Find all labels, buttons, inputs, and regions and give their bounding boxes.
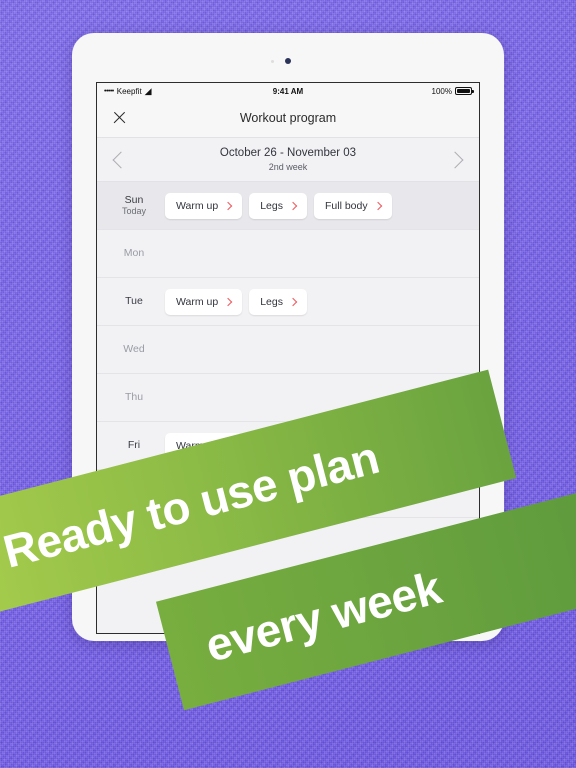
- workout-chip-label: Full body: [324, 199, 368, 212]
- workout-chip[interactable]: Warm up: [165, 288, 243, 315]
- status-bar: ••••• Keepfit ◢ 9:41 AM 100%: [97, 83, 479, 99]
- day-name: Tue: [125, 295, 143, 308]
- week-label-group: October 26 - November 03 2nd week: [127, 146, 449, 173]
- battery-percent-label: 100%: [431, 86, 452, 96]
- week-selector: October 26 - November 03 2nd week: [97, 138, 479, 182]
- week-date-range: October 26 - November 03: [219, 147, 357, 160]
- day-label: Wed: [113, 343, 155, 356]
- chevron-right-icon: [288, 201, 298, 210]
- nav-bar: Workout program: [97, 99, 479, 138]
- table-row[interactable]: Tue Warm up Legs: [97, 278, 479, 326]
- status-bar-right: 100%: [431, 86, 474, 96]
- workout-chip-label: Warm up: [176, 295, 219, 308]
- table-row[interactable]: Sun Today Warm up Legs Full body: [97, 182, 479, 230]
- day-sublabel: Today: [121, 206, 147, 217]
- front-camera: [285, 58, 291, 64]
- status-bar-clock: 9:41 AM: [272, 86, 304, 96]
- chevron-right-icon: [373, 201, 382, 210]
- table-row[interactable]: Mon: [97, 230, 479, 278]
- carrier-label: Keepfit: [116, 86, 142, 96]
- workout-chip-label: Warm up: [176, 199, 219, 212]
- wifi-icon: ◢: [144, 85, 152, 96]
- signal-strength-icon: •••••: [104, 87, 114, 95]
- workout-chip[interactable]: Full body: [313, 192, 392, 219]
- day-name: Sun: [124, 193, 144, 206]
- page-title: Workout program: [239, 111, 337, 125]
- workout-chip-label: Legs: [260, 199, 283, 212]
- workout-chip-group: Warm up Legs Full body: [165, 192, 392, 219]
- workout-chip-label: Legs: [260, 295, 283, 308]
- day-name: Wed: [123, 343, 145, 356]
- day-label: Fri: [113, 439, 155, 452]
- chevron-right-icon: [223, 201, 233, 210]
- day-name: Fri: [127, 439, 141, 452]
- workout-chip[interactable]: Warm up: [165, 192, 243, 219]
- day-name: Mon: [123, 247, 145, 260]
- chevron-right-icon[interactable]: [446, 151, 464, 168]
- status-bar-left: ••••• Keepfit ◢: [104, 85, 152, 96]
- table-row[interactable]: Wed: [97, 326, 479, 374]
- workout-chip[interactable]: Legs: [249, 288, 307, 315]
- workout-chip-group: Warm up Legs: [165, 288, 307, 315]
- ambient-sensor: [271, 60, 274, 63]
- workout-chip[interactable]: Legs: [249, 192, 307, 219]
- week-number-label: 2nd week: [268, 161, 308, 172]
- day-label: Mon: [113, 247, 155, 260]
- day-label: Sun Today: [113, 194, 155, 217]
- day-name: Thu: [124, 391, 144, 404]
- chevron-right-icon: [288, 297, 298, 306]
- battery-icon: [455, 87, 474, 95]
- day-label: Tue: [113, 295, 155, 308]
- chevron-right-icon: [223, 297, 233, 306]
- day-label: Thu: [113, 391, 155, 404]
